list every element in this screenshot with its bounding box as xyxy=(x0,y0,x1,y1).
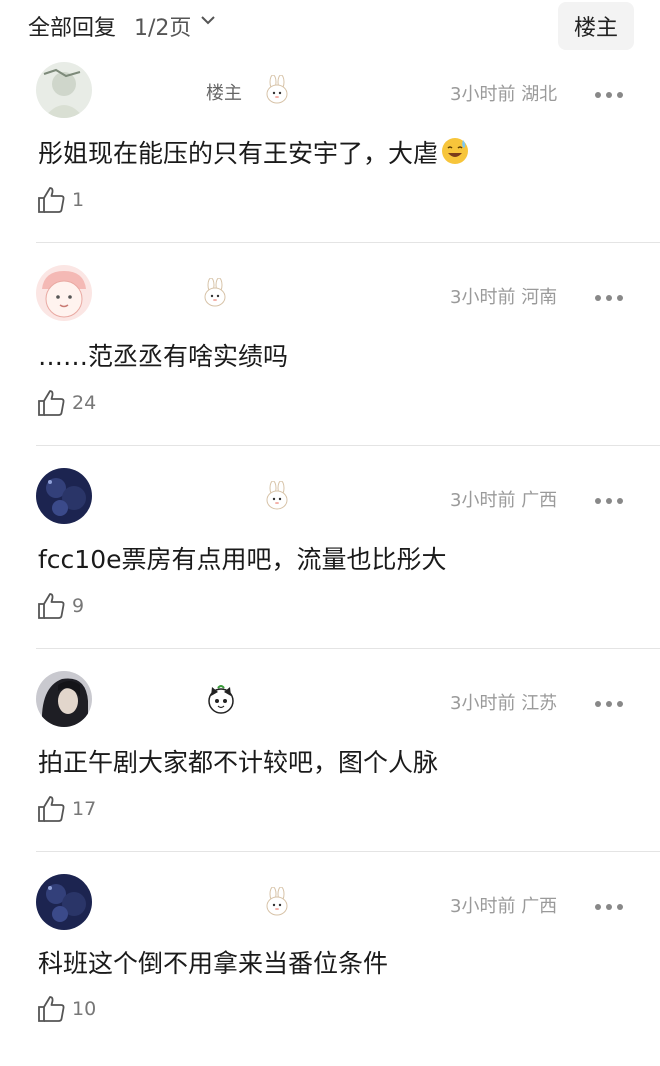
comment-time: 3小时前 xyxy=(450,287,516,308)
comment-item: 楼主 3小时前 湖北 彤姐现在能压的只有王安宇了，大虐 1 xyxy=(0,54,660,254)
comment-time: 3小时前 xyxy=(450,693,516,714)
like-icon[interactable] xyxy=(36,185,66,215)
all-replies-label[interactable]: 全部回复 xyxy=(28,10,116,42)
avatar[interactable] xyxy=(36,671,92,727)
comment-meta: 3小时前 河南 xyxy=(450,283,557,309)
divider xyxy=(36,851,660,852)
comment-location: 河南 xyxy=(521,287,558,308)
like-icon[interactable] xyxy=(36,591,66,621)
like-icon[interactable] xyxy=(36,994,66,1024)
comment-meta: 3小时前 广西 xyxy=(450,486,557,512)
more-icon[interactable] xyxy=(594,491,624,504)
avatar[interactable] xyxy=(36,265,92,321)
avatar[interactable] xyxy=(36,468,92,524)
comment-time: 3小时前 xyxy=(450,896,516,917)
op-badge: 楼主 xyxy=(206,83,242,104)
like-icon[interactable] xyxy=(36,388,66,418)
comment-meta: 3小时前 湖北 xyxy=(450,80,557,106)
comment-location: 广西 xyxy=(521,490,558,511)
reply-header: 全部回复 1/2页 楼主 xyxy=(0,0,660,54)
like-count: 1 xyxy=(72,189,85,211)
comment-text: 拍正午剧大家都不计较吧，图个人脉 xyxy=(38,748,439,777)
comment-text: 科班这个倒不用拿来当番位条件 xyxy=(38,949,389,978)
more-icon[interactable] xyxy=(594,288,624,301)
avatar[interactable] xyxy=(36,62,92,118)
comment-time: 3小时前 xyxy=(450,490,516,511)
page-indicator[interactable]: 1/2页 xyxy=(134,10,191,42)
avatar[interactable] xyxy=(36,874,92,930)
divider xyxy=(36,242,660,243)
like-count: 24 xyxy=(72,392,97,414)
like-count: 17 xyxy=(72,798,97,820)
comment-item: 3小时前 广西 科班这个倒不用拿来当番位条件 10 xyxy=(0,866,660,1066)
comment-time: 3小时前 xyxy=(450,84,516,105)
comment-item: 3小时前 江苏 拍正午剧大家都不计较吧，图个人脉 17 xyxy=(0,663,660,863)
comment-item: 3小时前 河南 ……范丞丞有啥实绩吗 24 xyxy=(0,257,660,457)
comment-text: 彤姐现在能压的只有王安宇了，大虐 xyxy=(38,134,470,172)
more-icon[interactable] xyxy=(594,897,624,910)
comment-meta: 3小时前 广西 xyxy=(450,892,557,918)
sweat-smile-icon xyxy=(440,136,470,172)
chevron-down-icon[interactable] xyxy=(200,12,216,32)
like-count: 9 xyxy=(72,595,85,617)
bunny-badge-icon xyxy=(262,74,292,105)
bunny-badge-icon xyxy=(262,480,292,511)
op-only-button[interactable]: 楼主 xyxy=(558,2,634,50)
bunny-badge-icon xyxy=(262,886,292,917)
comment-location: 湖北 xyxy=(521,84,558,105)
divider xyxy=(36,648,660,649)
divider xyxy=(36,445,660,446)
more-icon[interactable] xyxy=(594,694,624,707)
bunny-badge-icon xyxy=(200,277,230,308)
more-icon[interactable] xyxy=(594,85,624,98)
comment-text: ……范丞丞有啥实绩吗 xyxy=(38,342,289,371)
comment-item: 3小时前 广西 fcc10e票房有点用吧，流量也比彤大 9 xyxy=(0,460,660,660)
comment-location: 广西 xyxy=(521,896,558,917)
cat-badge-icon xyxy=(206,684,236,714)
comment-meta: 3小时前 江苏 xyxy=(450,689,557,715)
like-icon[interactable] xyxy=(36,794,66,824)
comment-location: 江苏 xyxy=(521,693,558,714)
like-count: 10 xyxy=(72,998,97,1020)
comment-text: fcc10e票房有点用吧，流量也比彤大 xyxy=(38,545,447,574)
